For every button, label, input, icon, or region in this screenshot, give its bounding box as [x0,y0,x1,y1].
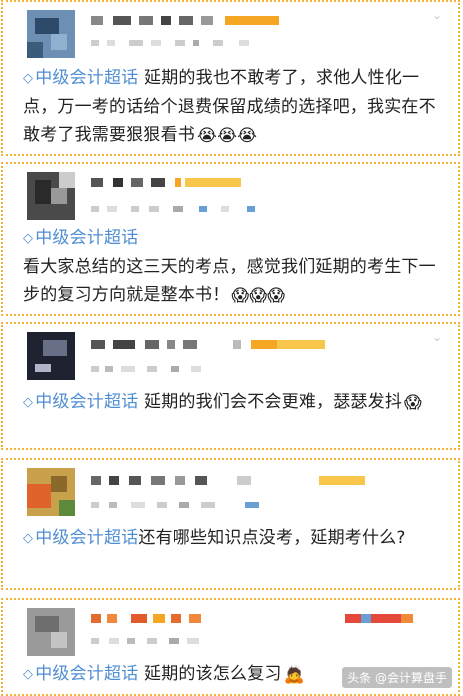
avatar[interactable] [27,468,75,516]
scream-emoji: 😱😱😱 [231,286,286,306]
avatar[interactable] [27,10,75,58]
diamond-topic-icon: ◇ [23,71,34,86]
post-content: ◇ 中级会计超话 看大家总结的这三天的考点，感觉我们延期的考生下一步的复习方向就是… [23,224,444,309]
weibo-post: ⌄ ◇ 中级会计超话 延期的我也不敢考了，求他人性化一点，万一考的话给个退费保留成… [1,0,460,156]
diamond-topic-icon: ◇ [23,231,34,246]
scream-emoji: 😱 [404,393,422,413]
diamond-topic-icon: ◇ [23,531,34,546]
weibo-post: ◇ 中级会计超话 延期的该怎么复习 🙇 头条 @会计算盘手 [1,598,460,696]
post-content: ◇ 中级会计超话 延期的我也不敢考了，求他人性化一点，万一考的话给个退费保留成绩的… [23,64,444,149]
diamond-topic-icon: ◇ [23,395,34,410]
weibo-post: ◇ 中级会计超话 看大家总结的这三天的考点，感觉我们延期的考生下一步的复习方向就是… [1,162,460,316]
topic-link[interactable]: ◇ 中级会计超话 [23,528,138,548]
weibo-post: ◇ 中级会计超话还有哪些知识点没考，延期考什么? [1,458,460,590]
weibo-post: ⌄ ◇ 中级会计超话 延期的我们会不会更难，瑟瑟发抖 😱 [1,322,460,450]
watermark: 头条 @会计算盘手 [342,667,452,688]
chevron-down-icon[interactable]: ⌄ [432,9,442,21]
avatar[interactable] [27,172,75,220]
topic-link[interactable]: ◇ 中级会计超话 [23,664,138,684]
avatar[interactable] [27,608,75,656]
post-text: 看大家总结的这三天的考点，感觉我们延期的考生下一步的复习方向就是整本书！ [23,257,436,305]
post-text: 还有哪些知识点没考，延期考什么? [138,528,406,548]
avatar[interactable] [27,332,75,380]
chevron-down-icon[interactable]: ⌄ [432,331,442,343]
topic-link[interactable]: ◇ 中级会计超话 [23,392,138,412]
post-text: 延期的该怎么复习 [144,664,282,684]
topic-link[interactable]: ◇ 中级会计超话 [23,228,138,248]
post-content: ◇ 中级会计超话 延期的我们会不会更难，瑟瑟发抖 😱 [23,388,444,417]
topic-link[interactable]: ◇ 中级会计超话 [23,68,138,88]
post-content: ◇ 中级会计超话还有哪些知识点没考，延期考什么? [23,524,444,553]
crying-emoji: 😭😭😭 [197,126,258,146]
post-text: 延期的我们会不会更难，瑟瑟发抖 [144,392,403,412]
diamond-topic-icon: ◇ [23,667,34,682]
bowing-emoji: 🙇 [283,665,305,685]
